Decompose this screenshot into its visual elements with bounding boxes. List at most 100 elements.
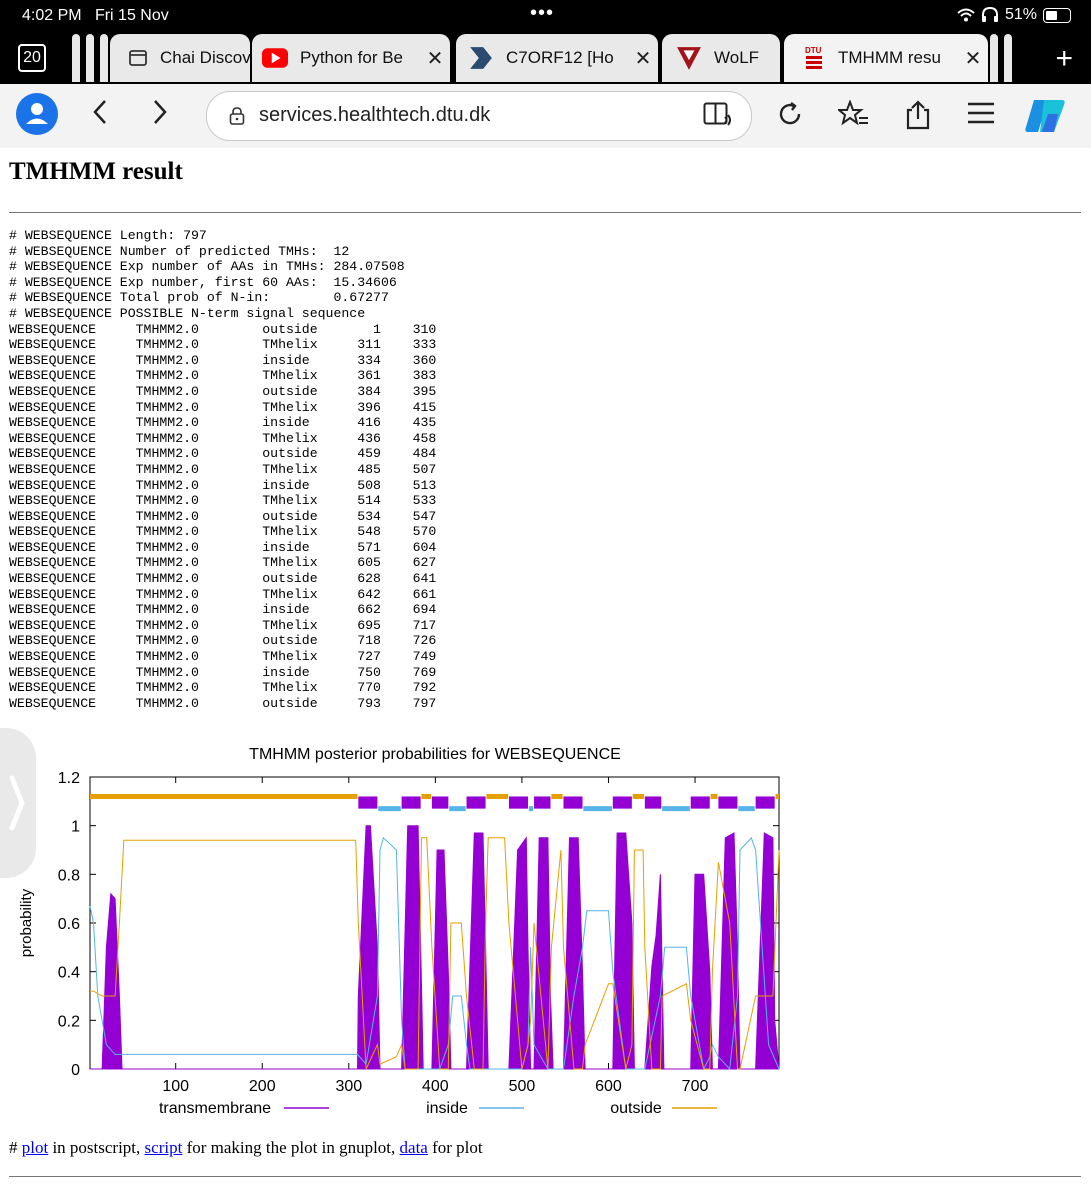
- plot-group: TMHMM posterior probabilities for WEBSEQ…: [18, 746, 780, 1117]
- topology-tmhelix: [718, 796, 738, 809]
- tab-stack-edge: [990, 34, 998, 82]
- topology-tmhelix: [563, 796, 583, 809]
- table-row: WEBSEQUENCE TMHMM2.0 inside 571 604: [9, 539, 437, 555]
- tab-stack-edge: [100, 34, 108, 82]
- table-row: WEBSEQUENCE TMHMM2.0 inside 750 769: [9, 664, 437, 680]
- footer-text: for making the plot in gnuplot,: [182, 1138, 400, 1157]
- legend-label: transmembrane: [159, 1100, 271, 1117]
- multitasking-dots-icon[interactable]: •••: [530, 2, 554, 25]
- y-tick-label: 0.2: [58, 1013, 80, 1030]
- y-tick-label: 0.4: [58, 965, 80, 982]
- youtube-icon: [262, 48, 288, 68]
- tab-label: Python for Be: [300, 48, 404, 67]
- x-tick-label: 400: [422, 1078, 449, 1095]
- tab-label: TMHMM resu: [838, 48, 941, 67]
- topology-outside: [632, 793, 644, 799]
- topology-inside: [449, 806, 466, 812]
- x-tick-label: 300: [335, 1078, 362, 1095]
- table-row: WEBSEQUENCE TMHMM2.0 TMhelix 485 507: [9, 461, 437, 477]
- forward-icon[interactable]: [152, 98, 168, 134]
- close-icon[interactable]: ✕: [628, 46, 658, 71]
- data-link[interactable]: data: [400, 1138, 428, 1157]
- topology-tmhelix: [690, 796, 710, 809]
- tmhmm-output: # WEBSEQUENCE Length: 797 # WEBSEQUENCE …: [9, 228, 436, 711]
- tab-count-button[interactable]: 20: [18, 44, 46, 72]
- x-tick-label: 600: [595, 1078, 622, 1095]
- summary-line: # WEBSEQUENCE Length: 797: [9, 228, 207, 243]
- table-row: WEBSEQUENCE TMHMM2.0 outside 1 310: [9, 321, 437, 337]
- script-link[interactable]: script: [145, 1138, 183, 1157]
- topology-tmhelix: [644, 796, 662, 809]
- share-icon[interactable]: [904, 100, 932, 130]
- wifi-icon: [957, 8, 975, 22]
- favorites-icon[interactable]: [838, 100, 870, 128]
- reload-icon[interactable]: [776, 100, 804, 128]
- topology-inside: [662, 806, 690, 812]
- tab-label: C7ORF12 [Ho: [506, 48, 614, 67]
- legend-label: outside: [610, 1100, 662, 1117]
- read-aloud-icon[interactable]: [703, 102, 733, 128]
- topology-tmhelix: [431, 796, 449, 809]
- summary-line: # WEBSEQUENCE Exp number of AAs in TMHs:…: [9, 259, 405, 275]
- url-field[interactable]: services.healthtech.dtu.dk: [206, 91, 752, 141]
- footer-hash: #: [9, 1138, 22, 1157]
- battery-icon: [1043, 7, 1071, 23]
- footer-text: in postscript,: [48, 1138, 145, 1157]
- table-row: WEBSEQUENCE TMHMM2.0 inside 508 513: [9, 477, 437, 493]
- y-axis-label: probability: [18, 888, 35, 957]
- table-row: WEBSEQUENCE TMHMM2.0 TMhelix 514 533: [9, 493, 437, 509]
- table-row: WEBSEQUENCE TMHMM2.0 inside 662 694: [9, 602, 437, 618]
- back-icon[interactable]: [92, 98, 108, 134]
- y-tick-label: 1: [71, 819, 80, 836]
- table-row: WEBSEQUENCE TMHMM2.0 TMhelix 642 661: [9, 586, 437, 602]
- chevron-right-icon: [9, 775, 25, 831]
- tab-tmhmm-result[interactable]: DTU TMHMM resu ✕: [784, 34, 988, 82]
- x-tick-label: 100: [162, 1078, 189, 1095]
- battery-percent: 51%: [1004, 6, 1037, 23]
- wolf-logo-icon: [677, 47, 701, 70]
- tab-python-for-beginners[interactable]: Python for Be ✕: [252, 34, 450, 82]
- status-bar: 4:02 PM Fri 15 Nov ••• 51%: [0, 0, 1091, 32]
- table-row: WEBSEQUENCE TMHMM2.0 TMhelix 436 458: [9, 430, 437, 446]
- topology-tmhelix: [401, 796, 421, 809]
- site-logo-icon: [470, 47, 492, 69]
- tab-wolf[interactable]: WoLF: [662, 34, 780, 82]
- sidebar-handle[interactable]: [0, 728, 36, 878]
- tab-c7orf12[interactable]: C7ORF12 [Ho ✕: [456, 34, 658, 82]
- table-row: WEBSEQUENCE TMHMM2.0 TMhelix 361 383: [9, 368, 437, 384]
- topology-tmhelix: [612, 796, 632, 809]
- tab-stack-edge: [72, 34, 80, 82]
- divider: [9, 212, 1081, 213]
- new-tab-icon[interactable]: +: [1055, 42, 1073, 76]
- summary-line: # WEBSEQUENCE Exp number, first 60 AAs: …: [9, 274, 397, 290]
- profile-avatar[interactable]: [16, 93, 58, 135]
- table-row: WEBSEQUENCE TMHMM2.0 outside 793 797: [9, 695, 437, 711]
- table-row: WEBSEQUENCE TMHMM2.0 outside 459 484: [9, 446, 437, 462]
- profile-icon: [26, 103, 48, 124]
- close-icon[interactable]: ✕: [420, 46, 450, 71]
- summary-line: # WEBSEQUENCE POSSIBLE N-term signal seq…: [9, 305, 366, 321]
- topology-tmhelix: [358, 796, 378, 809]
- table-row: WEBSEQUENCE TMHMM2.0 TMhelix 548 570: [9, 524, 437, 540]
- tab-chai-discovery[interactable]: Chai Discov: [110, 34, 250, 82]
- tab-label: WoLF: [714, 48, 760, 67]
- y-tick-label: 1.2: [58, 770, 80, 787]
- headphones-icon: [981, 7, 998, 22]
- page-icon: [129, 50, 147, 66]
- topology-inside: [738, 806, 755, 812]
- table-row: WEBSEQUENCE TMHMM2.0 TMhelix 396 415: [9, 399, 437, 415]
- copilot-icon[interactable]: [1024, 96, 1068, 136]
- svg-text:DTU: DTU: [805, 46, 822, 55]
- topology-inside: [583, 806, 612, 812]
- topology-outside: [421, 793, 432, 799]
- table-row: WEBSEQUENCE TMHMM2.0 TMhelix 311 333: [9, 337, 437, 353]
- topology-tmhelix: [755, 796, 775, 809]
- chart-svg: TMHMM posterior probabilities for WEBSEQ…: [18, 746, 780, 1117]
- page-title: TMHMM result: [9, 158, 183, 185]
- close-icon[interactable]: ✕: [958, 46, 988, 71]
- plot-link[interactable]: plot: [22, 1138, 48, 1157]
- address-bar: services.healthtech.dtu.dk: [0, 84, 1091, 148]
- topology-outside: [775, 793, 779, 799]
- menu-icon[interactable]: [966, 100, 996, 126]
- topology-outside: [710, 793, 718, 799]
